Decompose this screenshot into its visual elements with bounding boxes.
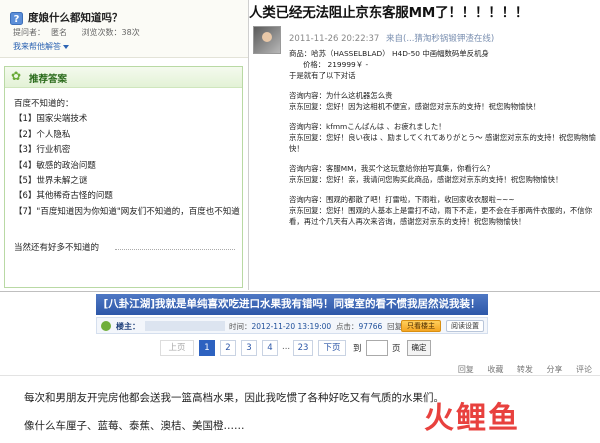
answer-header: 推荐答案 xyxy=(29,74,68,85)
comment-link[interactable]: 评论 xyxy=(576,365,592,374)
answer-intro: 百度不知道的： xyxy=(14,99,74,109)
read-settings-button[interactable]: 阅读设置 xyxy=(446,320,484,332)
favorite-link[interactable]: 收藏 xyxy=(487,365,503,374)
post-source[interactable]: 来自(...猜淘秒锅锻钾渣在线) xyxy=(386,34,494,44)
tianya-forum-panel: [八卦江湖]我就是单纯喜欢吃进口水果我有错吗！同寝室的看不惯我居然说我装！ 楼主… xyxy=(0,291,600,443)
question-icon: ? xyxy=(10,12,23,25)
body-line: 咨询内容：kfmmこんばんは 、お疲れました！ xyxy=(289,122,446,131)
answer-item: 【6】其他稀奇古怪的问题 xyxy=(14,191,113,202)
page-last[interactable]: 23 xyxy=(293,340,313,356)
body-line: 于是就有了以下对话 xyxy=(289,71,356,80)
post-actions: 回复 收藏 转发 分享 评论 xyxy=(447,364,592,375)
post-body: 商品：哈苏（HASSELBLAD） H4D-50 中画幅数码单反机身 价格： 2… xyxy=(289,48,599,227)
prev-page-button[interactable]: 上页 xyxy=(160,340,194,356)
host-label: 楼主： xyxy=(116,322,140,331)
answer-header-bar: ✿ 推荐答案 xyxy=(5,67,242,88)
body-line: 商品：哈苏（HASSELBLAD） H4D-50 中画幅数码单反机身 xyxy=(289,49,489,58)
question-meta: 提问者： 匿名 浏览次数：38次 xyxy=(13,27,146,38)
huoliyu-logo: 火鲤鱼 xyxy=(424,401,520,436)
body-line: 京东回复：您好！因为这相机不便宜，感谢您对京东的支持！祝您购物愉快！ xyxy=(289,102,541,111)
body-line: 咨询内容：围观的都散了吧！打雷啦，下雨啦，收回家收衣服啦~~~ xyxy=(289,195,515,204)
body-line: 咨询内容：客服MM，我买个这玩意给你拍写真集，你看行么？ xyxy=(289,164,494,173)
caret-down-icon xyxy=(63,44,69,49)
body-line: 京东回复：您好！良い夜は 、励ましてくれてありがとう～ 感谢您对京东的支持！祝您… xyxy=(289,133,596,153)
post-meta: 2011-11-26 20:22:37 来自(...猜淘秒锅锻钾渣在线) xyxy=(289,32,494,44)
divider xyxy=(0,375,600,376)
page-2[interactable]: 2 xyxy=(220,340,236,356)
recommended-answer: ✿ 推荐答案 百度不知道的： 【1】国家尖端技术 【2】个人隐私 【3】行业机密… xyxy=(4,66,243,288)
jd-weibo-panel: 人类已经无法阻止京东客服MM了！！！！！！ 2011-11-26 20:22:3… xyxy=(249,0,600,290)
answer-item: 【7】"百度知道因为你知道"网友们不知道的，百度也不知道 xyxy=(14,206,240,217)
answer-list: 百度不知道的： 【1】国家尖端技术 【2】个人隐私 【3】行业机密 【4】敏感的… xyxy=(14,97,240,220)
forward-link[interactable]: 转发 xyxy=(517,365,533,374)
answer-item: 【1】国家尖端技术 xyxy=(14,114,88,125)
zhidao-panel: ? 度娘什么都知道吗？ 提问者： 匿名 浏览次数：38次 我来帮他解答 ✿ 推荐答… xyxy=(0,0,249,290)
post-headline: 人类已经无法阻止京东客服MM了！！！！！！ xyxy=(249,5,529,21)
share-link[interactable]: 分享 xyxy=(546,365,562,374)
page-1[interactable]: 1 xyxy=(199,340,215,356)
body-line: 京东回复：您好！亲，我请问您购买此商品，感谢您对京东的支持！祝您购物愉快！ xyxy=(289,175,563,184)
answer-item: 【5】世界未解之谜 xyxy=(14,176,88,187)
post-text-line: 像什么车厘子、蓝莓、泰蕉、澳桔、美国橙…… xyxy=(24,420,245,432)
pager-ellipsis: ... xyxy=(282,342,291,352)
next-page-button[interactable]: 下页 xyxy=(318,340,346,356)
goto-label: 到 xyxy=(353,344,362,354)
click-count: 97766 xyxy=(358,322,383,331)
svg-text:?: ? xyxy=(14,14,20,25)
asker: 提问者： 匿名 xyxy=(13,28,67,37)
thread-title: [八卦江湖]我就是单纯喜欢吃进口水果我有错吗！同寝室的看不惯我居然说我装！ xyxy=(96,294,488,315)
confirm-page-button[interactable]: 确定 xyxy=(407,340,431,356)
page-unit-label: 页 xyxy=(392,344,401,354)
reply-link[interactable]: 回复 xyxy=(458,365,474,374)
thread-stats: 时间：2012-11-20 13:19:00 点击：97766 回复：6208 xyxy=(229,321,429,332)
host-only-button[interactable]: 只看楼主 xyxy=(401,320,441,332)
user-icon xyxy=(101,321,111,331)
leaf-icon: ✿ xyxy=(11,69,22,83)
page-4[interactable]: 4 xyxy=(262,340,278,356)
thread-time: 2012-11-20 13:19:00 xyxy=(251,322,332,331)
body-line: 价格： 219999￥ - xyxy=(303,60,369,69)
view-count: 浏览次数：38次 xyxy=(81,28,140,37)
body-line: 京东回复：您好！围观的人基本上是雷打不动，雨下不走，更不会在手那两件衣服的，不信… xyxy=(289,206,593,226)
page-number-input[interactable] xyxy=(366,340,388,356)
asker-name: 匿名 xyxy=(51,28,67,37)
question-header: ? 度娘什么都知道吗？ 提问者： 匿名 浏览次数：38次 我来帮他解答 xyxy=(0,0,248,58)
help-answer-link[interactable]: 我来帮他解答 xyxy=(13,41,69,52)
answer-item: 【3】行业机密 xyxy=(14,145,71,156)
body-line: 咨询内容：为什么这机器怎么贵 xyxy=(289,91,393,100)
answer-footer: 当然还有好多不知道的 xyxy=(14,243,100,253)
dotted-divider xyxy=(115,249,235,250)
question-title: 度娘什么都知道吗？ xyxy=(28,12,123,24)
page-3[interactable]: 3 xyxy=(241,340,257,356)
answer-item: 【4】敏感的政治问题 xyxy=(14,160,96,171)
host-name-redacted[interactable] xyxy=(145,321,225,331)
answer-item: 【2】个人隐私 xyxy=(14,129,71,140)
thread-info-bar: 楼主： 时间：2012-11-20 13:19:00 点击：97766 回复：6… xyxy=(96,317,488,334)
avatar[interactable] xyxy=(253,26,281,54)
post-text-line: 每次和男朋友开完房他都会送我一篮高档水果，因此我吃惯了各种好吃又有气质的水果们。 xyxy=(24,392,444,404)
post-date: 2011-11-26 20:22:37 xyxy=(289,34,380,44)
